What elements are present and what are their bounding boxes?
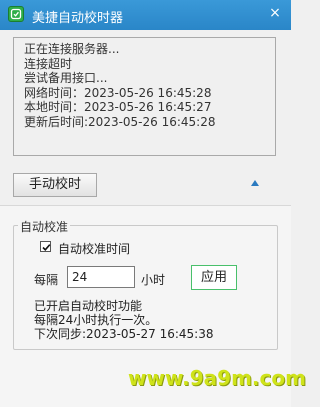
hours-unit-label: 小时 [141, 273, 166, 287]
status-line: 每隔24小时执行一次。 [34, 313, 158, 327]
checkmark-icon [42, 244, 51, 251]
log-line: 网络时间：2023-05-26 16:45:28 [24, 85, 212, 100]
log-box: 正在连接服务器... 连接超时 尝试备用接口... 网络时间：2023-05-2… [13, 37, 276, 156]
log-line: 连接超时 [24, 56, 73, 71]
log-line: 正在连接服务器... [24, 42, 120, 56]
interval-hours-input[interactable] [67, 266, 135, 288]
collapse-arrow-icon[interactable] [251, 180, 259, 186]
log-line: 尝试备用接口... [24, 71, 108, 85]
watermark: www.9a9m.com [128, 366, 306, 390]
title-bar: 美捷自动校时器 × [0, 0, 291, 30]
group-title: 自动校准 [18, 218, 71, 235]
log-line: 更新后时间:2023-05-26 16:45:28 [24, 114, 216, 129]
interval-label: 每隔 [34, 273, 59, 287]
close-button[interactable]: × [265, 3, 285, 23]
app-icon [8, 6, 24, 22]
auto-calibrate-checkbox[interactable] [40, 241, 51, 252]
status-line: 已开启自动校时功能 [34, 299, 143, 313]
status-line: 下次同步:2023-05-27 16:45:38 [34, 327, 214, 341]
auto-calibrate-label[interactable]: 自动校准时间 [58, 240, 130, 257]
apply-button[interactable]: 应用 [191, 265, 237, 290]
manual-sync-button[interactable]: 手动校时 [13, 173, 97, 197]
log-line: 本地时间：2023-05-26 16:45:27 [24, 100, 212, 114]
window-title: 美捷自动校时器 [32, 11, 124, 26]
